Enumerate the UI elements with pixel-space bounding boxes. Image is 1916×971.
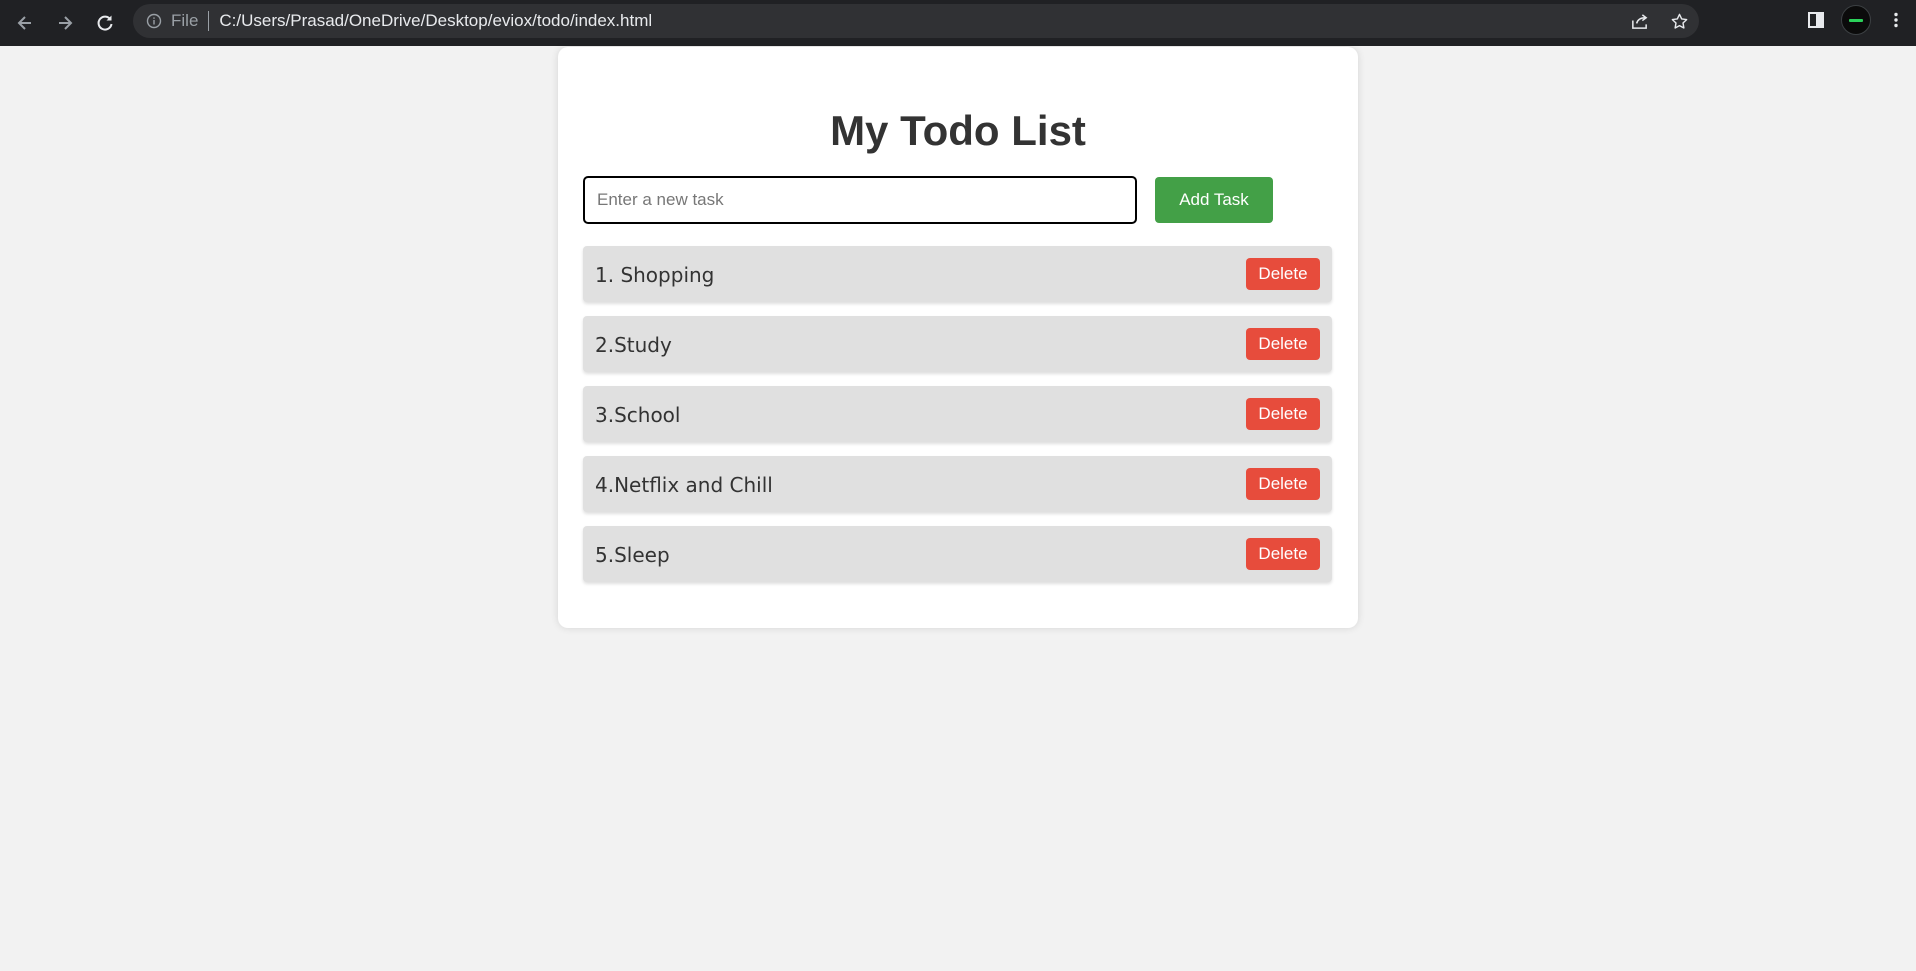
add-task-button[interactable]: Add Task [1155, 177, 1273, 223]
avatar [1841, 5, 1871, 35]
task-item: 5.Sleep Delete [583, 526, 1332, 582]
new-task-form: Add Task [583, 176, 1343, 226]
new-task-input[interactable] [583, 176, 1137, 224]
browser-toolbar: File C:/Users/Prasad/OneDrive/Desktop/ev… [0, 0, 1916, 46]
task-text: 5.Sleep [595, 543, 670, 567]
back-button[interactable] [8, 6, 42, 40]
star-icon [1671, 13, 1687, 29]
arrow-left-icon [17, 16, 31, 30]
task-item: 3.School Delete [583, 386, 1332, 442]
file-scheme-label: File [171, 11, 199, 30]
delete-task-button[interactable]: Delete [1246, 468, 1320, 500]
kebab-menu-icon [1894, 12, 1898, 28]
url-text[interactable]: C:/Users/Prasad/OneDrive/Desktop/eviox/t… [219, 11, 652, 31]
forward-button[interactable] [48, 6, 82, 40]
reload-button[interactable] [88, 6, 122, 40]
task-item: 4.Netflix and Chill Delete [583, 456, 1332, 512]
browser-actions [1796, 0, 1916, 40]
divider [208, 11, 210, 31]
reload-icon [97, 15, 113, 31]
profile-button[interactable] [1836, 0, 1876, 40]
address-bar[interactable]: File C:/Users/Prasad/OneDrive/Desktop/ev… [133, 4, 1699, 38]
side-panel-icon [1808, 12, 1824, 28]
task-text: 4.Netflix and Chill [595, 473, 773, 497]
delete-task-button[interactable]: Delete [1246, 538, 1320, 570]
info-icon[interactable] [146, 13, 162, 29]
side-panel-button[interactable] [1796, 0, 1836, 40]
arrow-right-icon [59, 16, 73, 30]
address-bar-actions [1619, 4, 1699, 38]
task-text: 2.Study [595, 333, 672, 357]
task-list: 1. Shopping Delete 2.Study Delete 3.Scho… [583, 246, 1332, 596]
task-item: 2.Study Delete [583, 316, 1332, 372]
todo-card: My Todo List Add Task 1. Shopping Delete… [558, 47, 1358, 628]
bookmark-button[interactable] [1659, 4, 1699, 38]
task-item: 1. Shopping Delete [583, 246, 1332, 302]
share-button[interactable] [1619, 4, 1659, 38]
menu-button[interactable] [1876, 0, 1916, 40]
task-text: 3.School [595, 403, 681, 427]
delete-task-button[interactable]: Delete [1246, 398, 1320, 430]
share-icon [1631, 13, 1647, 29]
task-text: 1. Shopping [595, 263, 715, 287]
delete-task-button[interactable]: Delete [1246, 328, 1320, 360]
delete-task-button[interactable]: Delete [1246, 258, 1320, 290]
avatar-logo [1849, 18, 1863, 22]
page-title: My Todo List [830, 107, 1086, 154]
